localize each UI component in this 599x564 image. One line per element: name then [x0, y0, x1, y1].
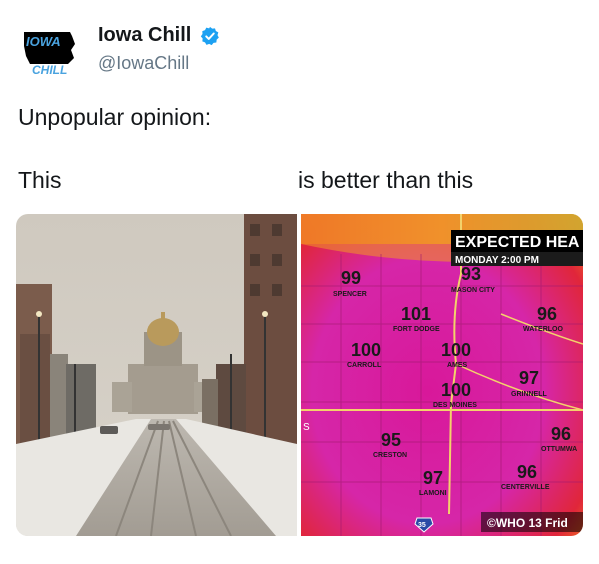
map-edge-letter: S — [303, 422, 310, 433]
snowy-street-photo[interactable] — [16, 214, 297, 536]
temp-ottumwa: 96 — [551, 424, 571, 444]
temp-lamoni: 97 — [423, 468, 443, 488]
handle[interactable]: @IowaChill — [98, 53, 220, 74]
temp-grinnell: 97 — [519, 368, 539, 388]
caption-right: is better than this — [298, 167, 474, 193]
display-name[interactable]: Iowa Chill — [98, 24, 191, 47]
heat-map-photo[interactable]: EXPECTED HEA MONDAY 2:00 PM S 99 SPENCER… — [301, 214, 583, 536]
avatar-text-bottom: CHILL — [32, 63, 67, 76]
city-des-moines: DES MOINES — [433, 402, 477, 409]
city-mason-city: MASON CITY — [451, 287, 495, 294]
temp-mason-city: 93 — [461, 264, 481, 284]
highway-number: 35 — [418, 522, 426, 529]
temp-des-moines: 100 — [441, 380, 471, 400]
city-spencer: SPENCER — [333, 291, 367, 298]
city-fort-dodge: FORT DODGE — [393, 326, 440, 333]
city-grinnell: GRINNELL — [511, 391, 548, 398]
temp-spencer: 99 — [341, 268, 361, 288]
city-centerville: CENTERVILLE — [501, 484, 550, 491]
tweet-text: Unpopular opinion: — [18, 104, 212, 130]
avatar-text-top: IOWA — [26, 34, 61, 49]
caption-left: This — [18, 167, 62, 193]
map-title: EXPECTED HEA — [455, 234, 580, 251]
avatar[interactable]: IOWA CHILL — [20, 24, 78, 77]
temp-carroll: 100 — [351, 340, 381, 360]
temp-creston: 95 — [381, 430, 401, 450]
city-lamoni: LAMONI — [419, 490, 447, 497]
temp-waterloo: 96 — [537, 304, 557, 324]
city-creston: CRESTON — [373, 452, 407, 459]
city-ames: AMES — [447, 362, 468, 369]
tweet-header: IOWA CHILL Iowa Chill @IowaChill — [20, 20, 580, 80]
temp-ames: 100 — [441, 340, 471, 360]
user-block: Iowa Chill @IowaChill — [98, 24, 220, 74]
temp-fort-dodge: 101 — [401, 304, 431, 324]
city-carroll: CARROLL — [347, 362, 382, 369]
city-ottumwa: OTTUMWA — [541, 446, 577, 453]
verified-badge-icon — [200, 26, 220, 46]
city-waterloo: WATERLOO — [523, 326, 563, 333]
temp-centerville: 96 — [517, 462, 537, 482]
tweet-media[interactable]: EXPECTED HEA MONDAY 2:00 PM S 99 SPENCER… — [16, 214, 583, 536]
station-watermark: ©WHO 13 Frid — [487, 516, 568, 530]
